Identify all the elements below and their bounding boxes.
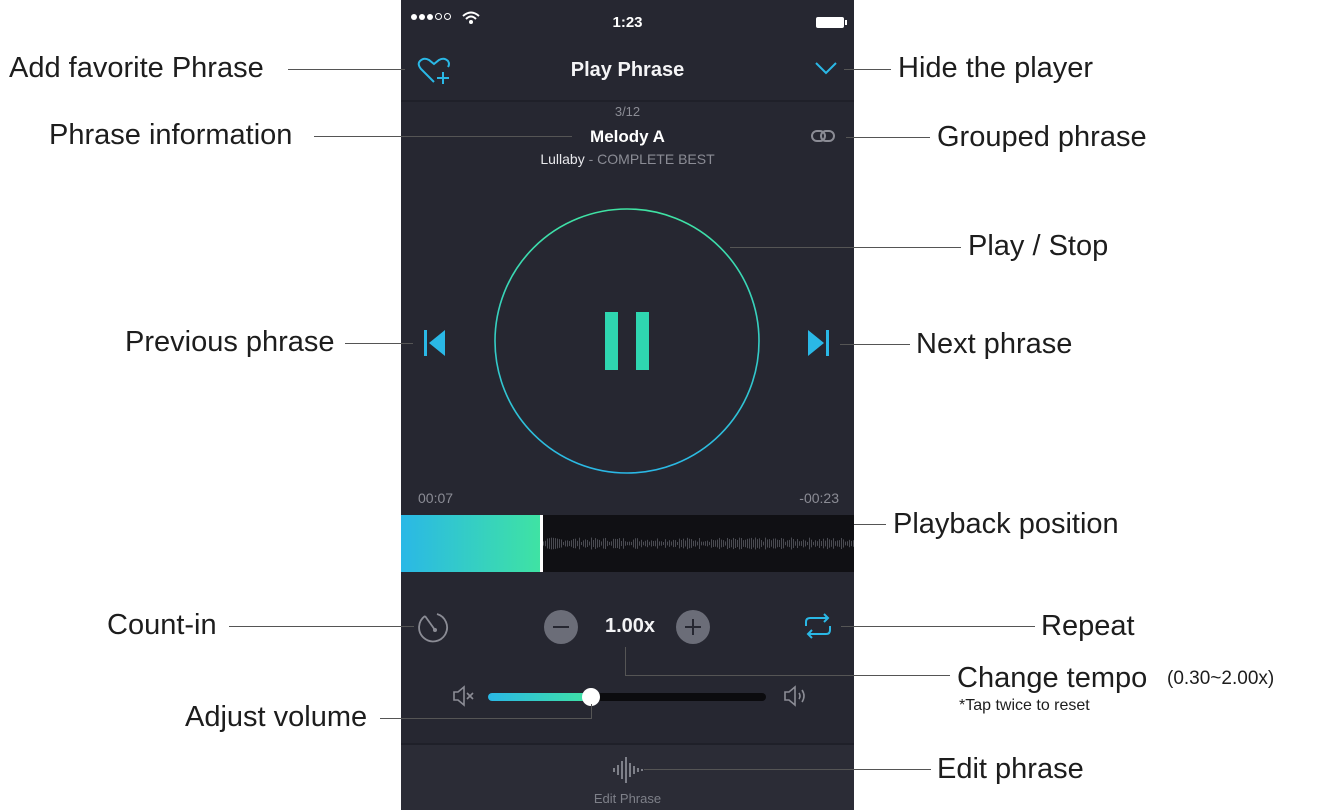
playhead[interactable]	[540, 515, 543, 572]
volume-up-icon[interactable]	[782, 684, 810, 708]
player-screen: 1:23 Play Phrase 3/12 Melody A Lullaby -…	[401, 0, 854, 810]
status-bar: 1:23	[401, 8, 854, 34]
phrase-source: Lullaby - COMPLETE BEST	[401, 151, 854, 167]
pause-icon	[605, 312, 649, 370]
annotation-change-tempo: Change tempo	[957, 662, 1148, 694]
phrase-index: 3/12	[614, 104, 641, 119]
leader-line	[644, 769, 931, 770]
play-stop-button[interactable]	[494, 208, 760, 474]
tempo-value[interactable]: 1.00x	[593, 615, 667, 638]
edit-phrase-bar[interactable]: Edit Phrase	[401, 745, 854, 810]
annotation-repeat: Repeat	[1041, 610, 1135, 642]
phrase-name: Melody A	[590, 127, 665, 146]
annotation-playback-position: Playback position	[893, 508, 1119, 540]
battery-icon	[816, 17, 847, 28]
annotation-adjust-volume: Adjust volume	[185, 701, 368, 733]
annotation-next: Next phrase	[916, 328, 1073, 360]
leader-line	[288, 69, 405, 70]
annotation-count-in: Count-in	[107, 609, 217, 641]
leader-line	[625, 675, 950, 676]
waveform-icon	[613, 757, 643, 783]
annotation-play-stop: Play / Stop	[968, 230, 1109, 262]
annotation-previous: Previous phrase	[125, 326, 335, 358]
edit-phrase-label: Edit Phrase	[593, 791, 662, 806]
nav-bar: Play Phrase	[401, 46, 854, 96]
leader-line	[854, 524, 886, 525]
leader-line	[841, 626, 1035, 627]
volume-slider[interactable]	[488, 688, 766, 706]
leader-line	[625, 647, 626, 675]
annotation-hide-player: Hide the player	[898, 52, 1094, 84]
chevron-down-icon[interactable]	[814, 60, 838, 76]
remaining-time: -00:23	[799, 490, 839, 506]
count-in-icon[interactable]	[417, 610, 451, 644]
status-time: 1:23	[612, 14, 643, 31]
song-title: Lullaby	[540, 151, 585, 167]
playback-waveform[interactable]	[401, 515, 854, 572]
tempo-plus-button[interactable]	[676, 610, 710, 644]
annotation-phrase-info: Phrase information	[49, 119, 293, 151]
link-icon[interactable]	[810, 127, 836, 145]
leader-line	[840, 344, 910, 345]
played-region	[401, 515, 541, 572]
skip-previous-icon[interactable]	[423, 328, 447, 358]
annotation-add-favorite: Add favorite Phrase	[9, 52, 264, 84]
leader-line	[846, 137, 930, 138]
leader-line	[844, 69, 891, 70]
source-separator: -	[584, 151, 598, 167]
skip-next-icon[interactable]	[806, 328, 830, 358]
repeat-icon[interactable]	[802, 611, 834, 641]
annotation-tempo-note: *Tap twice to reset	[959, 697, 1090, 714]
annotation-tempo-range: (0.30~2.00x)	[1167, 668, 1275, 689]
annotation-grouped: Grouped phrase	[937, 121, 1147, 153]
leader-line	[314, 136, 572, 137]
leader-line	[345, 343, 413, 344]
elapsed-time: 00:07	[418, 490, 454, 506]
tempo-minus-button[interactable]	[544, 610, 578, 644]
volume-fill	[488, 693, 591, 701]
leader-line	[229, 626, 414, 627]
annotation-edit-phrase: Edit phrase	[937, 753, 1084, 785]
nav-divider	[401, 100, 854, 102]
album-title: COMPLETE BEST	[597, 151, 715, 167]
page-title: Play Phrase	[570, 59, 685, 81]
volume-mute-icon[interactable]	[451, 684, 475, 708]
leader-line	[380, 718, 592, 719]
leader-line	[591, 704, 592, 718]
leader-line	[730, 247, 961, 248]
